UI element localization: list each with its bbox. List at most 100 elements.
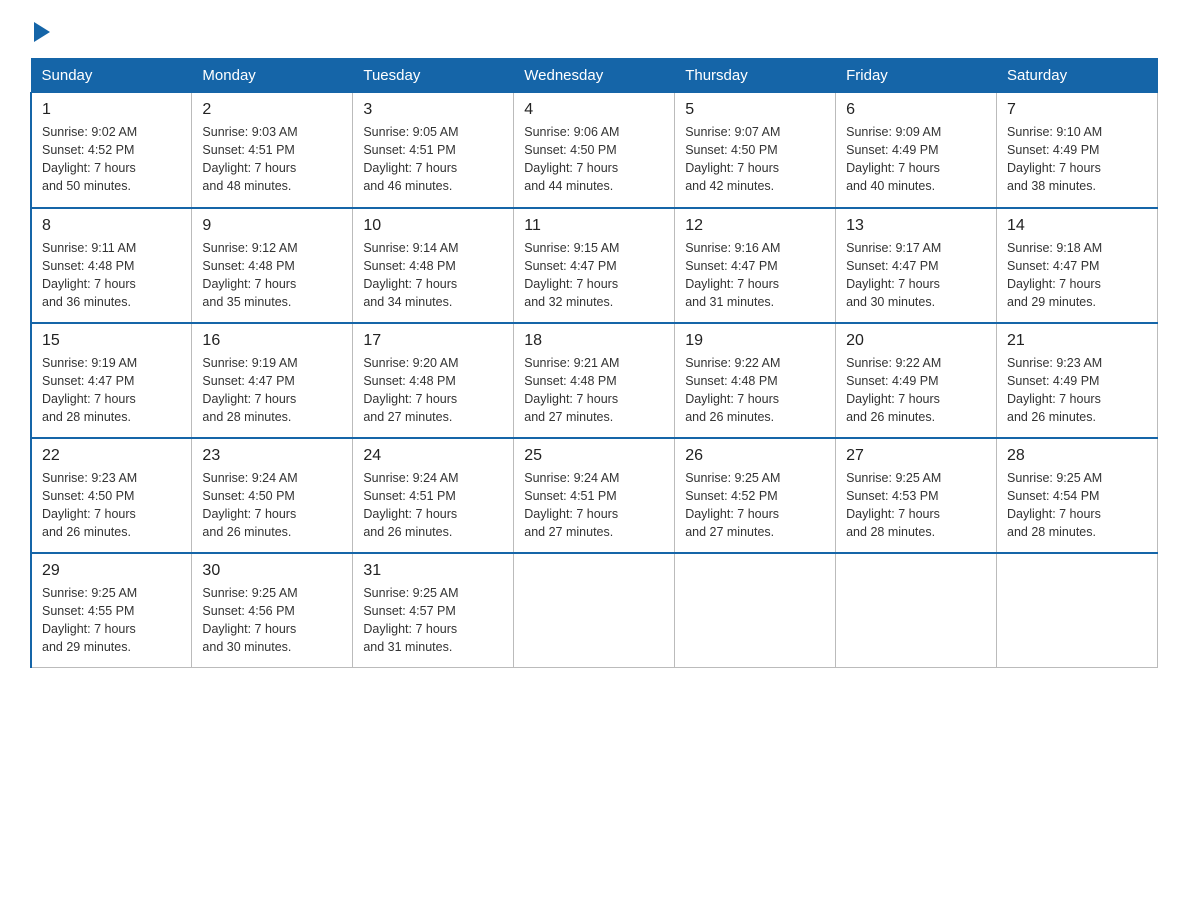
day-number: 15	[42, 332, 181, 350]
day-info: Sunrise: 9:16 AMSunset: 4:47 PMDaylight:…	[685, 239, 825, 312]
header-wednesday: Wednesday	[514, 59, 675, 93]
day-number: 11	[524, 217, 664, 235]
day-info: Sunrise: 9:22 AMSunset: 4:49 PMDaylight:…	[846, 354, 986, 427]
calendar-cell: 23 Sunrise: 9:24 AMSunset: 4:50 PMDayligh…	[192, 438, 353, 553]
calendar-cell: 29 Sunrise: 9:25 AMSunset: 4:55 PMDayligh…	[31, 553, 192, 668]
calendar-cell: 10 Sunrise: 9:14 AMSunset: 4:48 PMDayligh…	[353, 208, 514, 323]
day-info: Sunrise: 9:25 AMSunset: 4:57 PMDaylight:…	[363, 584, 503, 657]
header-tuesday: Tuesday	[353, 59, 514, 93]
calendar-week-row: 8 Sunrise: 9:11 AMSunset: 4:48 PMDaylight…	[31, 208, 1158, 323]
day-info: Sunrise: 9:11 AMSunset: 4:48 PMDaylight:…	[42, 239, 181, 312]
day-info: Sunrise: 9:23 AMSunset: 4:49 PMDaylight:…	[1007, 354, 1147, 427]
day-info: Sunrise: 9:22 AMSunset: 4:48 PMDaylight:…	[685, 354, 825, 427]
day-number: 24	[363, 447, 503, 465]
day-number: 2	[202, 101, 342, 119]
day-info: Sunrise: 9:07 AMSunset: 4:50 PMDaylight:…	[685, 123, 825, 196]
header-monday: Monday	[192, 59, 353, 93]
day-info: Sunrise: 9:24 AMSunset: 4:50 PMDaylight:…	[202, 469, 342, 542]
calendar-cell: 22 Sunrise: 9:23 AMSunset: 4:50 PMDayligh…	[31, 438, 192, 553]
calendar-cell: 15Sunrise: 9:19 AMSunset: 4:47 PMDayligh…	[31, 323, 192, 438]
calendar-cell	[997, 553, 1158, 668]
header-thursday: Thursday	[675, 59, 836, 93]
calendar-week-row: 29 Sunrise: 9:25 AMSunset: 4:55 PMDayligh…	[31, 553, 1158, 668]
day-number: 27	[846, 447, 986, 465]
logo-triangle-icon	[34, 22, 50, 42]
calendar-cell: 8 Sunrise: 9:11 AMSunset: 4:48 PMDaylight…	[31, 208, 192, 323]
day-number: 8	[42, 217, 181, 235]
day-number: 7	[1007, 101, 1147, 119]
calendar-week-row: 22 Sunrise: 9:23 AMSunset: 4:50 PMDayligh…	[31, 438, 1158, 553]
day-info: Sunrise: 9:15 AMSunset: 4:47 PMDaylight:…	[524, 239, 664, 312]
day-info: Sunrise: 9:09 AMSunset: 4:49 PMDaylight:…	[846, 123, 986, 196]
calendar-cell: 19Sunrise: 9:22 AMSunset: 4:48 PMDayligh…	[675, 323, 836, 438]
calendar-cell: 25 Sunrise: 9:24 AMSunset: 4:51 PMDayligh…	[514, 438, 675, 553]
day-info: Sunrise: 9:24 AMSunset: 4:51 PMDaylight:…	[524, 469, 664, 542]
day-number: 25	[524, 447, 664, 465]
calendar-cell: 16 Sunrise: 9:19 AMSunset: 4:47 PMDayligh…	[192, 323, 353, 438]
calendar-cell: 9 Sunrise: 9:12 AMSunset: 4:48 PMDaylight…	[192, 208, 353, 323]
day-info: Sunrise: 9:25 AMSunset: 4:55 PMDaylight:…	[42, 584, 181, 657]
calendar-cell: 26 Sunrise: 9:25 AMSunset: 4:52 PMDayligh…	[675, 438, 836, 553]
calendar-cell: 18Sunrise: 9:21 AMSunset: 4:48 PMDayligh…	[514, 323, 675, 438]
calendar-cell: 30 Sunrise: 9:25 AMSunset: 4:56 PMDayligh…	[192, 553, 353, 668]
header-sunday: Sunday	[31, 59, 192, 93]
calendar-cell: 3Sunrise: 9:05 AMSunset: 4:51 PMDaylight…	[353, 93, 514, 208]
day-number: 9	[202, 217, 342, 235]
day-info: Sunrise: 9:25 AMSunset: 4:53 PMDaylight:…	[846, 469, 986, 542]
day-info: Sunrise: 9:23 AMSunset: 4:50 PMDaylight:…	[42, 469, 181, 542]
day-info: Sunrise: 9:10 AMSunset: 4:49 PMDaylight:…	[1007, 123, 1147, 196]
day-info: Sunrise: 9:06 AMSunset: 4:50 PMDaylight:…	[524, 123, 664, 196]
day-number: 26	[685, 447, 825, 465]
day-info: Sunrise: 9:12 AMSunset: 4:48 PMDaylight:…	[202, 239, 342, 312]
calendar-cell: 27 Sunrise: 9:25 AMSunset: 4:53 PMDayligh…	[836, 438, 997, 553]
calendar-table: SundayMondayTuesdayWednesdayThursdayFrid…	[30, 58, 1158, 668]
calendar-cell	[836, 553, 997, 668]
page-header	[30, 20, 1158, 38]
calendar-cell: 11 Sunrise: 9:15 AMSunset: 4:47 PMDayligh…	[514, 208, 675, 323]
day-number: 20	[846, 332, 986, 350]
day-info: Sunrise: 9:25 AMSunset: 4:56 PMDaylight:…	[202, 584, 342, 657]
day-number: 30	[202, 562, 342, 580]
calendar-cell: 14Sunrise: 9:18 AMSunset: 4:47 PMDayligh…	[997, 208, 1158, 323]
day-info: Sunrise: 9:02 AMSunset: 4:52 PMDaylight:…	[42, 123, 181, 196]
day-number: 5	[685, 101, 825, 119]
calendar-cell: 5 Sunrise: 9:07 AMSunset: 4:50 PMDaylight…	[675, 93, 836, 208]
calendar-cell: 13 Sunrise: 9:17 AMSunset: 4:47 PMDayligh…	[836, 208, 997, 323]
day-number: 13	[846, 217, 986, 235]
day-number: 16	[202, 332, 342, 350]
day-number: 6	[846, 101, 986, 119]
day-info: Sunrise: 9:05 AMSunset: 4:51 PMDaylight:…	[363, 123, 503, 196]
calendar-cell: 7 Sunrise: 9:10 AMSunset: 4:49 PMDaylight…	[997, 93, 1158, 208]
day-number: 21	[1007, 332, 1147, 350]
day-info: Sunrise: 9:19 AMSunset: 4:47 PMDaylight:…	[202, 354, 342, 427]
calendar-cell: 17Sunrise: 9:20 AMSunset: 4:48 PMDayligh…	[353, 323, 514, 438]
day-number: 29	[42, 562, 181, 580]
header-friday: Friday	[836, 59, 997, 93]
calendar-cell: 4Sunrise: 9:06 AMSunset: 4:50 PMDaylight…	[514, 93, 675, 208]
calendar-cell: 24Sunrise: 9:24 AMSunset: 4:51 PMDayligh…	[353, 438, 514, 553]
calendar-week-row: 1 Sunrise: 9:02 AMSunset: 4:52 PMDaylight…	[31, 93, 1158, 208]
day-info: Sunrise: 9:25 AMSunset: 4:52 PMDaylight:…	[685, 469, 825, 542]
day-number: 1	[42, 101, 181, 119]
calendar-cell	[675, 553, 836, 668]
calendar-cell: 28Sunrise: 9:25 AMSunset: 4:54 PMDayligh…	[997, 438, 1158, 553]
day-number: 22	[42, 447, 181, 465]
calendar-header-row: SundayMondayTuesdayWednesdayThursdayFrid…	[31, 59, 1158, 93]
logo	[30, 20, 52, 38]
day-info: Sunrise: 9:21 AMSunset: 4:48 PMDaylight:…	[524, 354, 664, 427]
calendar-cell: 21 Sunrise: 9:23 AMSunset: 4:49 PMDayligh…	[997, 323, 1158, 438]
calendar-cell: 20 Sunrise: 9:22 AMSunset: 4:49 PMDayligh…	[836, 323, 997, 438]
day-number: 23	[202, 447, 342, 465]
calendar-cell: 2 Sunrise: 9:03 AMSunset: 4:51 PMDaylight…	[192, 93, 353, 208]
day-number: 28	[1007, 447, 1147, 465]
day-number: 17	[363, 332, 503, 350]
header-saturday: Saturday	[997, 59, 1158, 93]
day-number: 10	[363, 217, 503, 235]
day-info: Sunrise: 9:17 AMSunset: 4:47 PMDaylight:…	[846, 239, 986, 312]
day-info: Sunrise: 9:14 AMSunset: 4:48 PMDaylight:…	[363, 239, 503, 312]
calendar-cell: 12Sunrise: 9:16 AMSunset: 4:47 PMDayligh…	[675, 208, 836, 323]
calendar-cell: 1 Sunrise: 9:02 AMSunset: 4:52 PMDaylight…	[31, 93, 192, 208]
day-info: Sunrise: 9:03 AMSunset: 4:51 PMDaylight:…	[202, 123, 342, 196]
calendar-week-row: 15 Sunrise: 9:19 AMSunset: 4:47 PMDayligh…	[31, 323, 1158, 438]
calendar-cell: 31Sunrise: 9:25 AMSunset: 4:57 PMDayligh…	[353, 553, 514, 668]
